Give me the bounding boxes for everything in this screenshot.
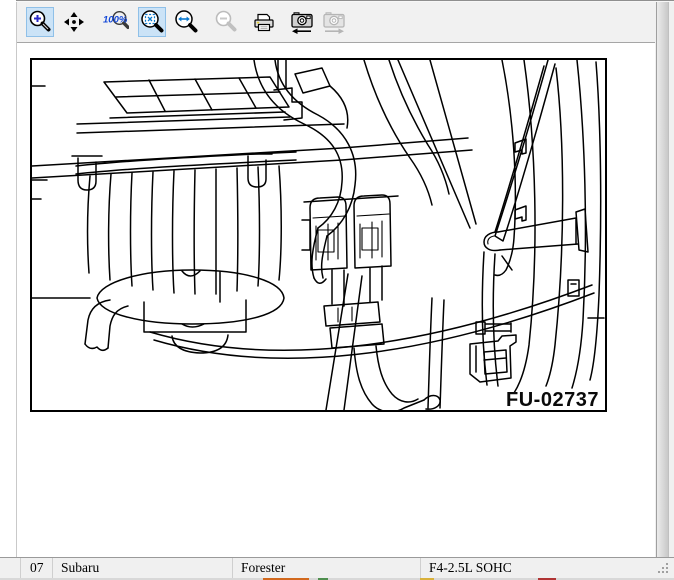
move-arrows-icon: [61, 9, 87, 35]
status-cell-make: Subaru: [52, 558, 232, 578]
previous-image-button[interactable]: [288, 7, 316, 37]
magnifier-100-icon: 100%: [103, 9, 129, 35]
window-top-highlight: [16, 1, 674, 2]
zoom-out-button[interactable]: [212, 7, 240, 37]
zoom-fit-width-button[interactable]: [172, 7, 200, 37]
pan-button[interactable]: [60, 7, 88, 37]
camera-next-icon: [321, 9, 347, 35]
status-cell-year: 07: [20, 558, 52, 578]
status-bar: 07 Subaru Forester F4-2.5L SOHC: [0, 557, 674, 578]
status-cell-engine: F4-2.5L SOHC: [420, 558, 648, 578]
zoom-fit-page-button[interactable]: [138, 7, 166, 37]
magnifier-minus-icon: [213, 9, 239, 35]
scrollbar-track[interactable]: [656, 0, 669, 557]
panel-left-border: [16, 0, 17, 557]
image-viewer-window: { "window": { "background": "#ffffff" },…: [0, 0, 674, 580]
window-right-edge: [655, 0, 674, 557]
figure-canvas[interactable]: FU-02737: [30, 58, 607, 412]
figure-code-label: FU-02737: [506, 389, 599, 410]
print-button[interactable]: [250, 7, 278, 37]
zoom-100-button[interactable]: 100%: [102, 7, 130, 37]
zoom-in-button[interactable]: [26, 7, 54, 37]
zoom-100-label: 100%: [103, 15, 128, 26]
magnifier-fit-width-icon: [173, 9, 199, 35]
next-image-button[interactable]: [320, 7, 348, 37]
engine-bay-line-drawing: FU-02737: [32, 60, 605, 410]
magnifier-fit-page-icon: [139, 9, 165, 35]
viewer-toolbar: 100%: [17, 2, 655, 43]
camera-previous-icon: [289, 9, 315, 35]
printer-icon: [251, 9, 277, 35]
status-cell-model: Forester: [232, 558, 420, 578]
magnifier-plus-icon: [27, 9, 53, 35]
resize-grip-icon[interactable]: [658, 563, 660, 565]
